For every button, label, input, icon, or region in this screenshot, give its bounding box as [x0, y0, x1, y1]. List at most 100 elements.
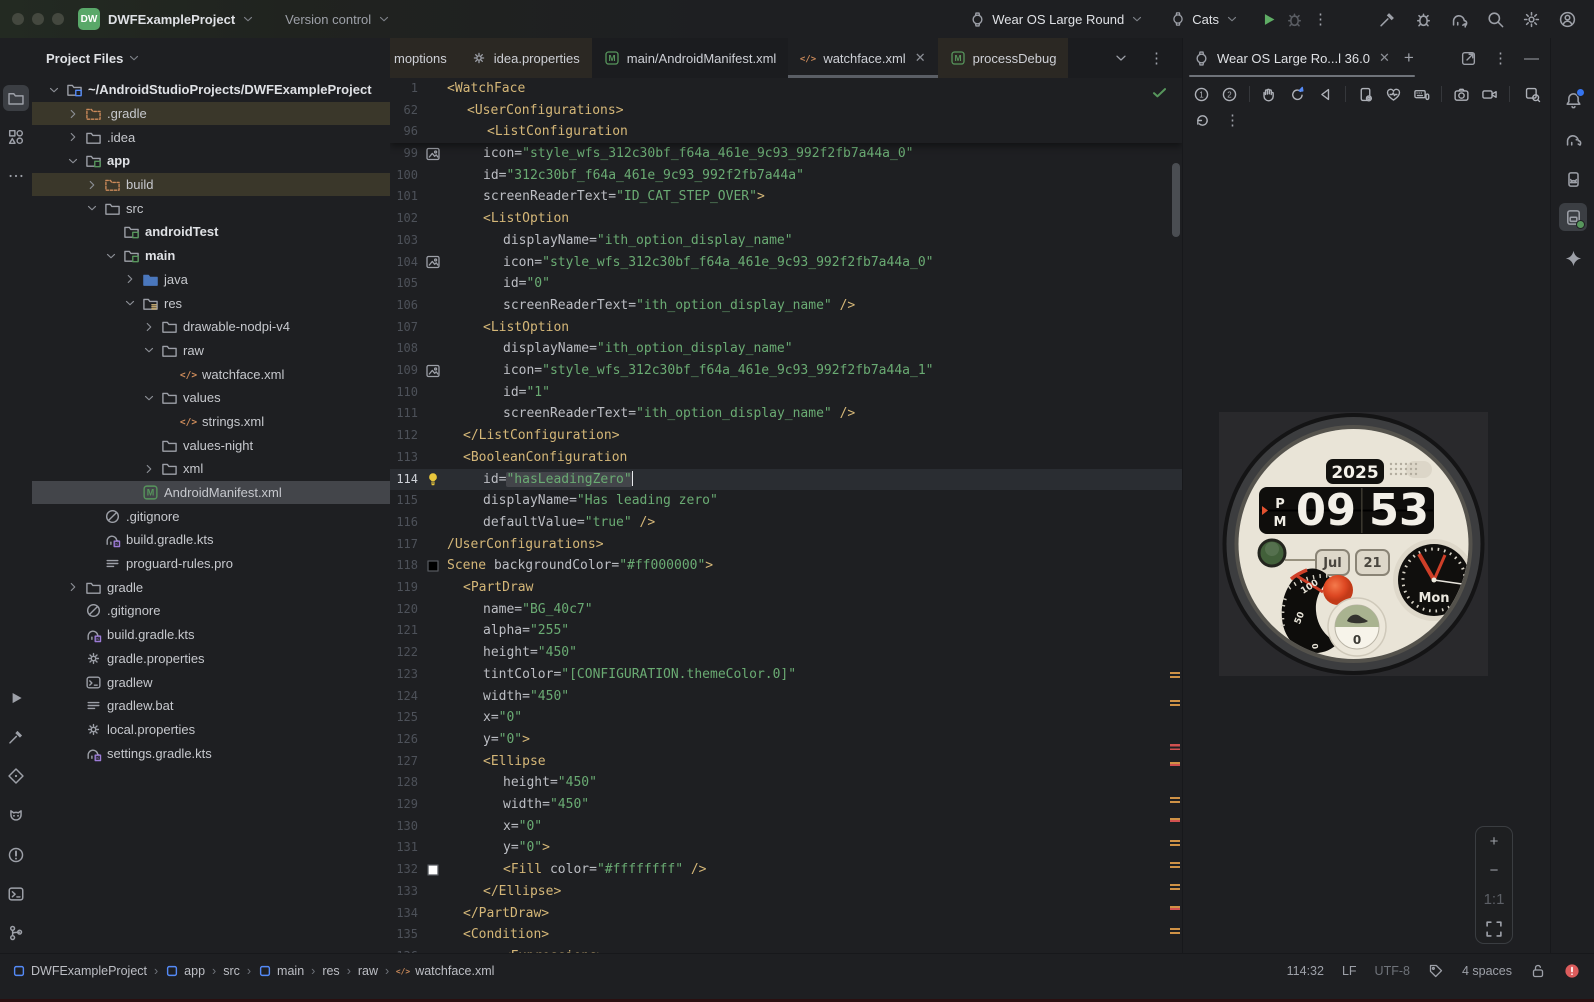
device-panel-options-button[interactable]: ⋮: [1487, 49, 1514, 67]
caret-position[interactable]: 114:32: [1287, 964, 1324, 978]
circled-2-button[interactable]: 2: [1217, 82, 1241, 106]
error-stripe-mark[interactable]: [1170, 672, 1180, 678]
tree-item-androidstudioprojectsdwfexampleproject[interactable]: ~/AndroidStudioProjects/DWFExampleProjec…: [32, 78, 390, 102]
editor-tab-main-androidmanifest.xml[interactable]: Mmain/AndroidManifest.xml: [591, 38, 789, 78]
editor-tab-moptions[interactable]: moptions: [390, 38, 459, 78]
chevron-right-icon[interactable]: [142, 462, 156, 476]
keyboard-button[interactable]: [1410, 82, 1434, 106]
project-menu[interactable]: DWFExampleProject: [100, 5, 263, 33]
error-stripe-mark[interactable]: [1170, 818, 1180, 824]
resource-manager-tool-button[interactable]: [3, 124, 29, 150]
build-hammer-button[interactable]: [1374, 6, 1400, 32]
color-swatch-gutter-icon[interactable]: [425, 862, 441, 878]
encoding[interactable]: UTF-8: [1375, 964, 1410, 978]
run-tool-button[interactable]: [3, 685, 29, 711]
line-number[interactable]: 125: [390, 707, 418, 729]
project-view-header[interactable]: Project Files: [32, 38, 390, 78]
video-button[interactable]: [1477, 82, 1501, 106]
tab-list-dropdown-icon[interactable]: [1113, 50, 1129, 66]
line-number[interactable]: 106: [390, 295, 418, 317]
heart-button[interactable]: [1381, 82, 1405, 106]
reset-button[interactable]: [1189, 108, 1215, 132]
line-number[interactable]: 132: [390, 859, 418, 881]
line-number[interactable]: 119: [390, 577, 418, 599]
line-number[interactable]: 130: [390, 816, 418, 838]
error-stripe-mark[interactable]: [1170, 840, 1180, 846]
tree-item-java[interactable]: java: [32, 268, 390, 292]
line-number[interactable]: 121: [390, 620, 418, 642]
error-stripe-mark[interactable]: [1170, 797, 1180, 803]
inspections-ok-icon[interactable]: [1151, 84, 1168, 101]
chevron-right-icon[interactable]: [123, 272, 137, 286]
tree-item-watchface.xml[interactable]: </> watchface.xml: [32, 362, 390, 386]
chevron-down-icon[interactable]: [142, 391, 156, 405]
line-number[interactable]: 103: [390, 230, 418, 252]
line-number[interactable]: 124: [390, 686, 418, 708]
version-control-tool-button[interactable]: [3, 920, 29, 946]
line-number[interactable]: 109: [390, 360, 418, 382]
settings-button[interactable]: [1518, 6, 1544, 32]
line-number[interactable]: 105: [390, 273, 418, 295]
error-stripe-mark[interactable]: [1170, 862, 1180, 868]
line-number[interactable]: 110: [390, 382, 418, 404]
error-stripe-mark[interactable]: [1170, 906, 1180, 912]
more-options-button[interactable]: ⋮: [1219, 111, 1246, 129]
tree-item-gradlew[interactable]: gradlew: [32, 670, 390, 694]
macos-traffic-lights[interactable]: [12, 13, 64, 25]
device-selector[interactable]: Wear OS Large Round: [961, 5, 1152, 33]
tree-item-.idea[interactable]: .idea: [32, 125, 390, 149]
code-editor[interactable]: 99 icon="style_wfs_312c30bf_f64a_461e_9c9…: [390, 78, 1182, 953]
account-button[interactable]: [1554, 6, 1580, 32]
editor-tab-processdebug[interactable]: MprocessDebug: [937, 38, 1069, 78]
intention-bulb-icon[interactable]: [425, 471, 441, 487]
line-number[interactable]: 136: [390, 946, 418, 953]
editor-scrollbar-thumb[interactable]: [1172, 163, 1180, 237]
rotate-button[interactable]: [1285, 82, 1309, 106]
line-number[interactable]: 112: [390, 425, 418, 447]
chevron-right-icon[interactable]: [85, 178, 99, 192]
emulator-screen[interactable]: 2025 P M 09 53 Jul 21 Mon 100 50 0 0: [1219, 412, 1488, 676]
line-number[interactable]: 100: [390, 165, 418, 187]
chevron-right-icon[interactable]: [142, 320, 156, 334]
tree-item-.gitignore[interactable]: .gitignore: [32, 504, 390, 528]
hide-panel-button[interactable]: —: [1524, 50, 1539, 67]
line-number[interactable]: 116: [390, 512, 418, 534]
line-number[interactable]: 1: [390, 78, 418, 100]
error-stripe-mark[interactable]: [1170, 762, 1180, 768]
breadcrumb-item-app[interactable]: app: [165, 964, 205, 978]
running-devices-tool-button[interactable]: [1559, 203, 1587, 231]
tree-item-main[interactable]: main: [32, 244, 390, 268]
editor-options-button[interactable]: ⋮: [1143, 49, 1170, 67]
circled-1-button[interactable]: 1: [1189, 82, 1213, 106]
screenshot-button[interactable]: [1521, 82, 1545, 106]
breadcrumb-item-src[interactable]: src: [223, 964, 240, 978]
line-number[interactable]: 131: [390, 837, 418, 859]
error-stripe-mark[interactable]: [1170, 884, 1180, 890]
tree-item-.gradle[interactable]: .gradle: [32, 101, 390, 126]
more-actions-button[interactable]: ⋮: [1307, 10, 1334, 28]
tree-item-values[interactable]: values: [32, 386, 390, 410]
highlighting-level-icon[interactable]: [1428, 963, 1444, 979]
line-number[interactable]: 107: [390, 317, 418, 339]
tree-item-xml[interactable]: xml: [32, 457, 390, 481]
tree-item-.gitignore[interactable]: .gitignore: [32, 599, 390, 623]
line-number[interactable]: 102: [390, 208, 418, 230]
debug-button[interactable]: [1281, 6, 1307, 32]
chevron-right-icon[interactable]: [66, 580, 80, 594]
chevron-right-icon[interactable]: [66, 107, 80, 121]
line-number[interactable]: 123: [390, 664, 418, 686]
line-number[interactable]: 122: [390, 642, 418, 664]
tree-item-build[interactable]: build: [32, 172, 390, 197]
chevron-down-icon[interactable]: [85, 201, 99, 215]
chevron-down-icon[interactable]: [123, 296, 137, 310]
chevron-down-icon[interactable]: [142, 343, 156, 357]
image-preview-gutter-icon[interactable]: [425, 363, 441, 379]
close-device-tab-icon[interactable]: ✕: [1379, 50, 1390, 66]
tree-item-src[interactable]: src: [32, 196, 390, 220]
breadcrumb-item-dwfexampleproject[interactable]: DWFExampleProject: [12, 964, 147, 978]
tree-item-strings.xml[interactable]: </> strings.xml: [32, 410, 390, 434]
line-number[interactable]: 129: [390, 794, 418, 816]
tree-item-raw[interactable]: raw: [32, 339, 390, 363]
project-tool-button[interactable]: [3, 85, 29, 111]
error-stripe-mark[interactable]: [1170, 744, 1180, 750]
